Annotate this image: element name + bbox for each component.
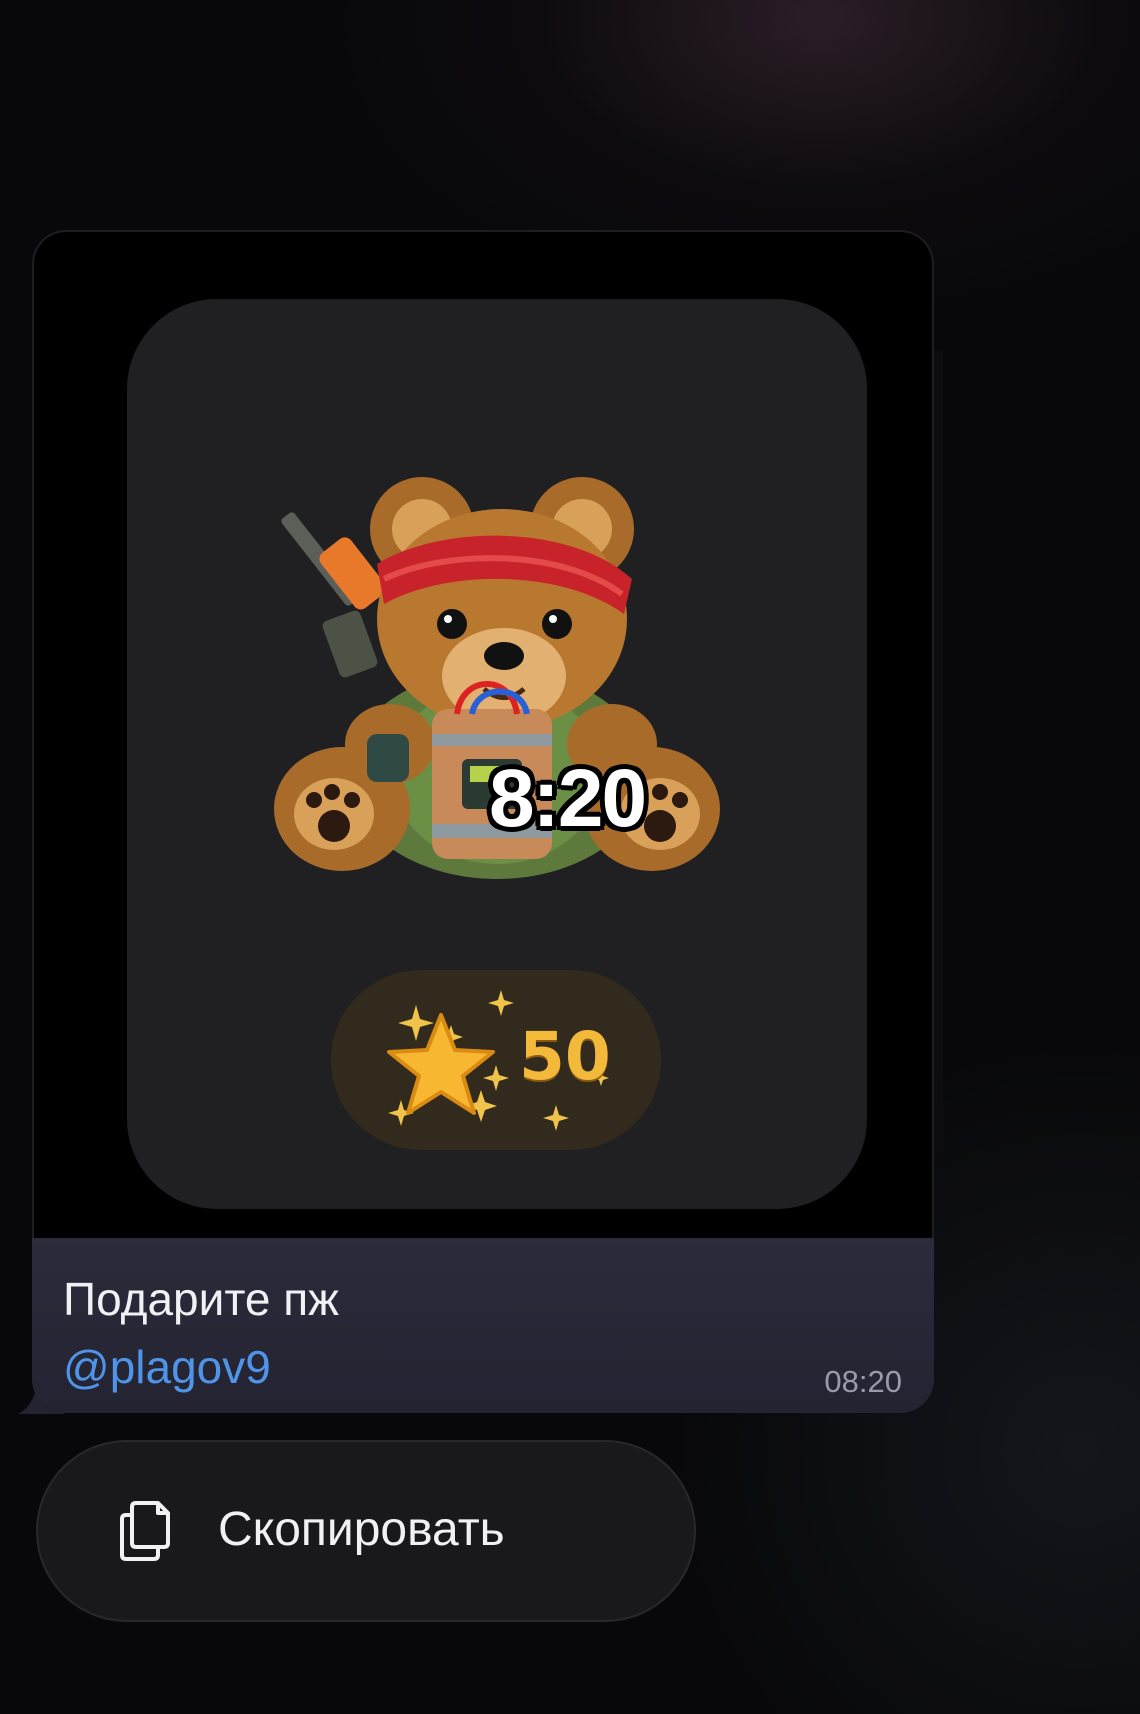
copy-label: Скопировать — [218, 1503, 505, 1556]
gift-price-value: 50 — [519, 1018, 611, 1095]
gift-price-pill[interactable]: 50 — [331, 970, 661, 1150]
message-time: 08:20 — [824, 1364, 902, 1399]
gift-timer: 8:20 — [488, 753, 647, 844]
caption-text: Подарите пж — [63, 1273, 339, 1325]
mention-link[interactable]: @plagov9 — [63, 1340, 271, 1394]
copy-icon — [120, 1501, 170, 1561]
gift-message-bubble[interactable]: 8:20 50 Подарите пж @plagov9 08:20 — [32, 230, 934, 1413]
sparkles-icon — [387, 990, 609, 1131]
gift-card[interactable]: 8:20 50 — [127, 299, 867, 1209]
copy-button[interactable]: Скопировать — [36, 1440, 696, 1622]
star-icon — [387, 1013, 495, 1115]
message-caption: Подарите пж @plagov9 08:20 — [32, 1238, 934, 1413]
